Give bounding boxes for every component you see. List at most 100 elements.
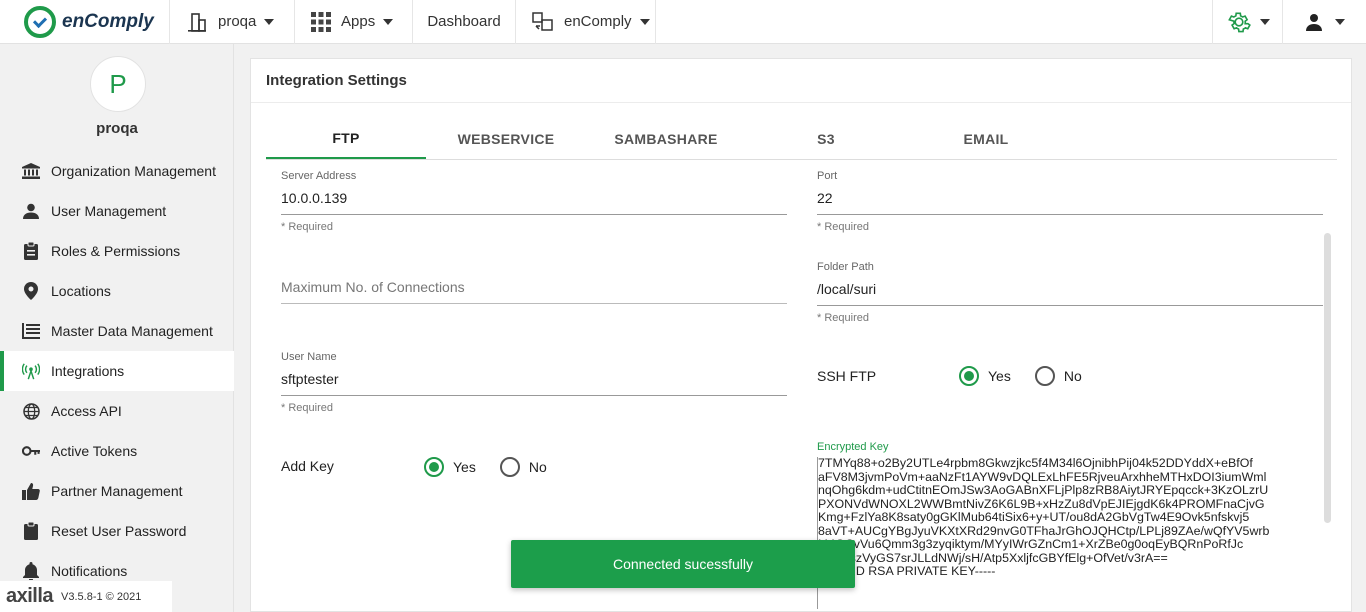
ssh-ftp-yes-radio[interactable]: [959, 366, 979, 386]
server-address-input[interactable]: 10.0.0.139: [281, 190, 787, 215]
user-icon: [22, 202, 40, 220]
tab-ftp[interactable]: FTP: [266, 118, 426, 159]
toast-notification: Connected sucessfully: [511, 540, 855, 588]
tab-s3[interactable]: S3: [746, 118, 906, 159]
top-navigation-bar: enComply proqa Apps Dashboard enComply: [0, 0, 1366, 44]
port-field: Port 22 * Required: [817, 170, 1323, 233]
avatar[interactable]: P: [90, 56, 146, 112]
folder-path-field: Folder Path /local/suri * Required: [817, 261, 1323, 324]
bank-icon: [22, 162, 40, 180]
folder-path-input[interactable]: /local/suri: [817, 281, 1323, 306]
user-icon: [1305, 13, 1323, 31]
axilla-logo: axilla: [6, 585, 54, 607]
sidebar-item-roles-permissions[interactable]: Roles & Permissions: [0, 231, 234, 271]
tab-sambashare[interactable]: SAMBASHARE: [586, 118, 746, 159]
required-hint: * Required: [281, 402, 333, 414]
add-key-label: Add Key: [281, 458, 334, 474]
required-hint: * Required: [281, 221, 333, 233]
antenna-icon: [22, 362, 40, 380]
encrypted-key-label-wrap: Encrypted Key: [817, 441, 889, 453]
sidebar-item-integrations[interactable]: Integrations: [0, 351, 234, 391]
sidebar-item-label: Roles & Permissions: [51, 243, 181, 259]
integration-settings-panel: Integration Settings FTP WEBSERVICE SAMB…: [250, 58, 1352, 612]
dashboard-label: Dashboard: [427, 13, 501, 30]
port-input[interactable]: 22: [817, 190, 1323, 215]
sidebar-item-label: Access API: [51, 403, 122, 419]
bell-icon: [22, 562, 40, 580]
form-scrollbar[interactable]: [1324, 233, 1331, 523]
port-label: Port: [817, 170, 838, 182]
grid-icon: [311, 11, 331, 32]
globe-icon: [22, 402, 40, 420]
encrypted-key-label: Encrypted Key: [817, 441, 889, 453]
server-address-label: Server Address: [281, 170, 357, 182]
sidebar-menu: Organization Management User Management …: [0, 151, 234, 591]
building-icon: [186, 12, 208, 32]
chevron-down-icon: [1334, 18, 1345, 25]
sidebar-item-label: Partner Management: [51, 483, 183, 499]
sidebar-item-label: Master Data Management: [51, 323, 213, 339]
sidebar-item-partner-management[interactable]: Partner Management: [0, 471, 234, 511]
required-hint: * Required: [817, 312, 869, 324]
required-hint: * Required: [817, 221, 869, 233]
location-pin-icon: [22, 282, 40, 300]
sidebar: P proqa Organization Management User Man…: [0, 44, 234, 612]
org-selector[interactable]: proqa: [170, 0, 295, 44]
add-key-yes-radio[interactable]: [424, 457, 444, 477]
sidebar-item-organization-management[interactable]: Organization Management: [0, 151, 234, 191]
sidebar-item-label: Active Tokens: [51, 443, 138, 459]
ssh-ftp-yes-label: Yes: [988, 368, 1011, 384]
sidebar-item-label: Locations: [51, 283, 111, 299]
data-grid-icon: [22, 322, 40, 340]
folder-path-label: Folder Path: [817, 261, 874, 273]
dashboard-link[interactable]: Dashboard: [413, 0, 516, 44]
sidebar-item-locations[interactable]: Locations: [0, 271, 234, 311]
ssh-ftp-no-radio[interactable]: [1034, 366, 1055, 386]
user-name-input[interactable]: sftptester: [281, 371, 787, 396]
sidebar-item-label: Reset User Password: [51, 523, 187, 539]
sidebar-item-user-management[interactable]: User Management: [0, 191, 234, 231]
page-title: Integration Settings: [251, 59, 1351, 103]
chevron-down-icon: [264, 18, 275, 25]
sidebar-item-label: User Management: [51, 203, 167, 219]
add-key-no-label: No: [528, 459, 547, 475]
encomply-logo-icon: [24, 5, 56, 38]
user-menu[interactable]: [1282, 0, 1366, 44]
sidebar-item-label: Organization Management: [51, 163, 216, 179]
user-name-label: User Name: [281, 351, 337, 363]
sidebar-item-access-api[interactable]: Access API: [0, 391, 234, 431]
reset-icon: [22, 522, 40, 540]
encrypted-key-textarea[interactable]: 7TMYq88+o2By2UTLe4rpbm8Gkwzjkc5f4M34l6Oj…: [817, 457, 1323, 609]
version-text: V3.5.8-1 © 2021: [61, 590, 142, 603]
switch-app-icon: [532, 11, 554, 32]
product-selector-label: enComply: [564, 13, 632, 30]
tab-email[interactable]: EMAIL: [906, 118, 1066, 159]
ssh-ftp-radio-group: Yes No: [959, 366, 1106, 386]
sidebar-item-label: Notifications: [51, 563, 128, 579]
key-icon: [22, 442, 40, 460]
product-selector[interactable]: enComply: [516, 0, 656, 44]
ssh-ftp-label: SSH FTP: [817, 368, 877, 384]
apps-menu[interactable]: Apps: [295, 0, 413, 44]
integration-tabs: FTP WEBSERVICE SAMBASHARE S3 EMAIL: [266, 118, 1337, 160]
app-logo[interactable]: enComply: [0, 0, 170, 44]
apps-label: Apps: [341, 13, 376, 30]
max-connections-field: Maximum No. of Connections: [281, 279, 787, 304]
ssh-ftp-no-label: No: [1063, 368, 1082, 384]
chevron-down-icon: [639, 18, 650, 25]
chevron-down-icon: [1259, 18, 1270, 25]
sidebar-item-reset-user-password[interactable]: Reset User Password: [0, 511, 234, 551]
org-name: proqa: [96, 120, 138, 137]
sidebar-item-master-data-management[interactable]: Master Data Management: [0, 311, 234, 351]
org-selector-label: proqa: [218, 13, 257, 30]
footer-brand: axilla V3.5.8-1 © 2021: [0, 581, 172, 612]
sidebar-item-label: Integrations: [51, 363, 125, 379]
settings-menu[interactable]: [1212, 0, 1282, 44]
sidebar-item-active-tokens[interactable]: Active Tokens: [0, 431, 234, 471]
max-connections-input[interactable]: Maximum No. of Connections: [281, 279, 787, 304]
tab-webservice[interactable]: WEBSERVICE: [426, 118, 586, 159]
add-key-yes-label: Yes: [453, 459, 476, 475]
add-key-radio-group: Yes No: [424, 457, 571, 477]
server-address-field: Server Address 10.0.0.139 * Required: [281, 170, 787, 233]
add-key-no-radio[interactable]: [499, 457, 520, 477]
